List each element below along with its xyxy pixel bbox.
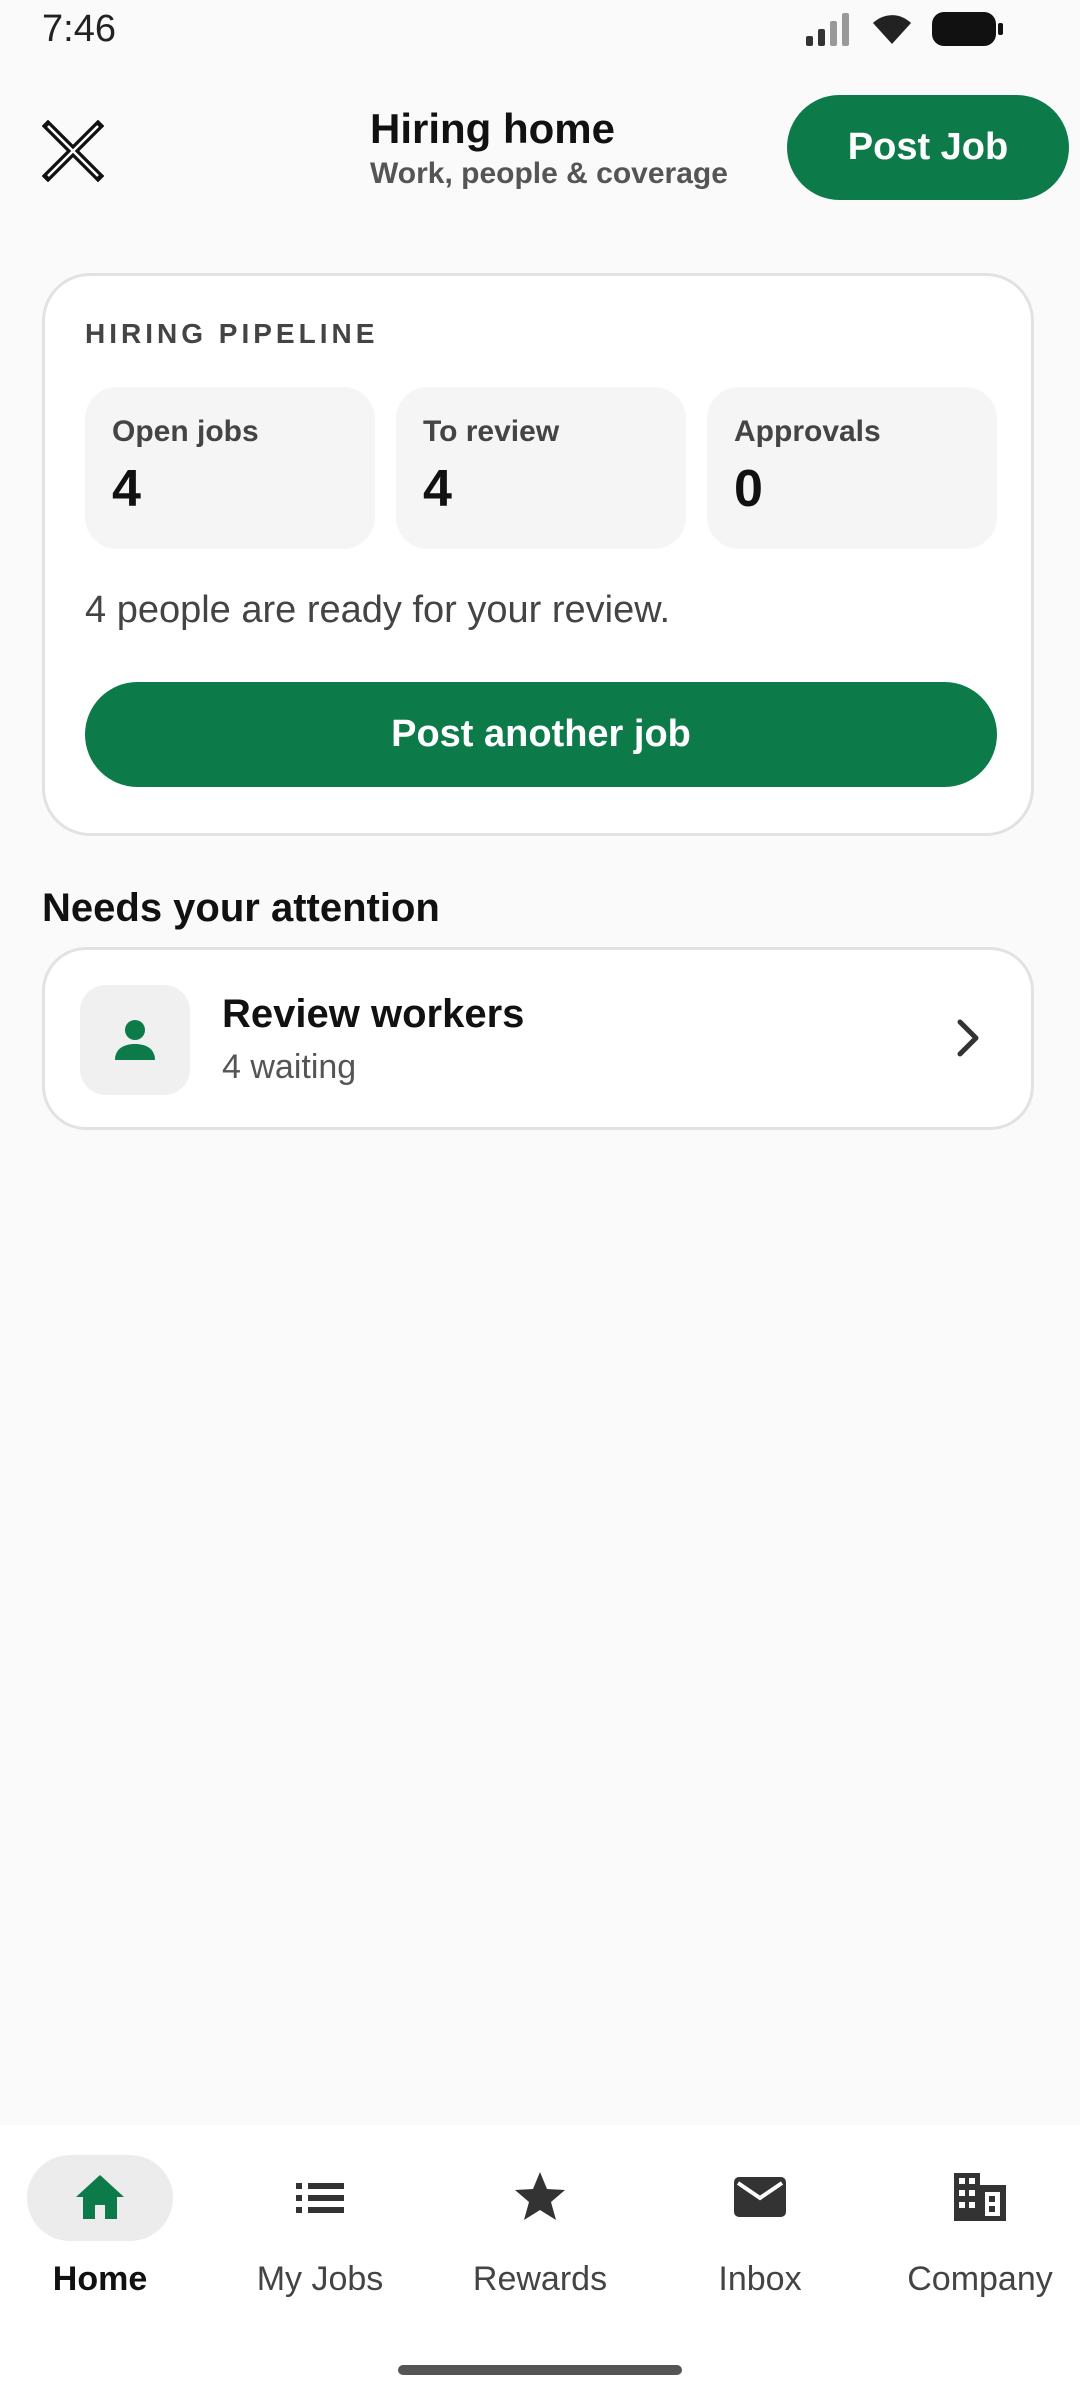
home-icon — [76, 2175, 124, 2219]
post-job-button[interactable]: Post Job — [787, 95, 1069, 200]
battery-icon — [932, 12, 1003, 46]
status-bar: 7:46 — [0, 0, 1080, 60]
page-title: Hiring home — [370, 105, 616, 152]
person-icon — [115, 1020, 155, 1060]
nav-item-rewards[interactable]: Rewards — [440, 2155, 640, 2305]
stat-label: To review — [423, 415, 560, 448]
nav-item-home[interactable]: Home — [0, 2155, 200, 2305]
page-subtitle: Work, people & coverage — [370, 157, 728, 191]
nav-item-inbox[interactable]: Inbox — [660, 2155, 860, 2305]
nav-item-company[interactable]: Company — [880, 2155, 1080, 2305]
nav-label: Inbox — [718, 2260, 802, 2298]
title-group: Hiring home Work, people & coverage — [370, 104, 728, 192]
review-icon-container — [80, 985, 190, 1095]
needs-attention-heading: Needs your attention — [42, 886, 440, 930]
stat-label: Approvals — [734, 415, 881, 448]
signal-icon — [806, 13, 849, 46]
header: Hiring home Work, people & coverage Post… — [0, 90, 1080, 210]
stat-value: 4 — [423, 460, 452, 518]
stat-to-review[interactable]: To review 4 — [396, 387, 686, 549]
post-another-job-button[interactable]: Post another job — [85, 682, 997, 787]
stat-label: Open jobs — [112, 415, 259, 448]
app-logo-icon[interactable] — [42, 120, 104, 182]
star-icon — [515, 2172, 565, 2220]
nav-label: Rewards — [472, 2260, 608, 2298]
bottom-navigation: Home My Jobs Rewards Inbox Company — [0, 2125, 1080, 2400]
building-icon — [954, 2173, 1006, 2221]
review-workers-title: Review workers — [222, 992, 525, 1036]
status-time: 7:46 — [42, 8, 116, 50]
nav-label: Home — [52, 2260, 148, 2298]
mail-icon — [734, 2177, 786, 2217]
nav-item-my-jobs[interactable]: My Jobs — [220, 2155, 420, 2305]
section-label: HIRING PIPELINE — [85, 318, 379, 349]
stat-value: 4 — [112, 460, 141, 518]
stat-approvals[interactable]: Approvals 0 — [707, 387, 997, 549]
nav-label: My Jobs — [256, 2260, 384, 2298]
wifi-icon — [873, 15, 911, 44]
review-workers-count: 4 waiting — [222, 1048, 357, 1086]
review-workers-row[interactable]: Review workers 4 waiting — [42, 947, 1034, 1130]
status-icons — [806, 12, 1004, 46]
list-icon — [296, 2183, 344, 2213]
chevron-right-icon — [957, 1019, 979, 1057]
home-indicator[interactable] — [398, 2365, 682, 2375]
hiring-pipeline-card: HIRING PIPELINE Open jobs 4 To review 4 … — [42, 273, 1034, 836]
stat-open-jobs[interactable]: Open jobs 4 — [85, 387, 375, 549]
stat-value: 0 — [734, 460, 763, 518]
ready-for-review-text: 4 people are ready for your review. — [85, 589, 671, 631]
nav-label: Company — [907, 2260, 1053, 2298]
